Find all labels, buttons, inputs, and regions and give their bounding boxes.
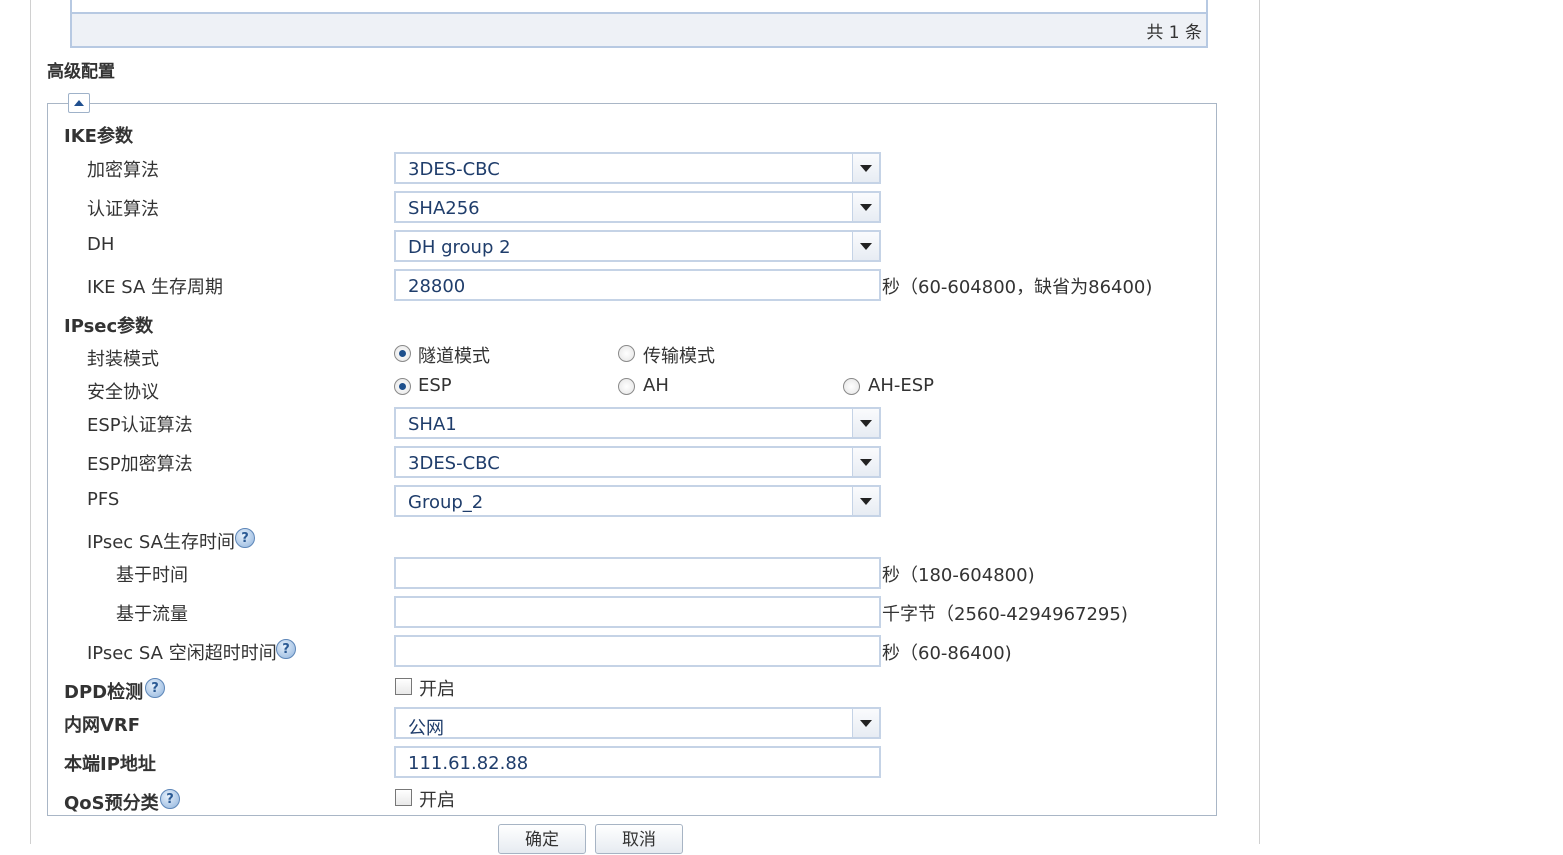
ike-sa-input[interactable]: 28800 — [394, 269, 881, 301]
ipsec-group-label: IPsec参数 — [64, 316, 154, 337]
chevron-down-icon[interactable] — [852, 709, 879, 737]
proto-ahesp-label: AH-ESP — [868, 375, 934, 396]
ike-auth-select[interactable]: SHA256 — [394, 191, 881, 223]
help-icon[interactable]: ? — [145, 678, 165, 698]
idle-unit: 秒（60-86400) — [882, 643, 1012, 664]
idle-label: IPsec SA 空闲超时时间 — [87, 643, 277, 664]
ike-sa-unit: 秒（60-604800，缺省为86400) — [882, 277, 1153, 298]
chevron-down-icon[interactable] — [852, 193, 879, 221]
dpd-checkbox-label: 开启 — [419, 679, 455, 700]
ike-enc-label: 加密算法 — [87, 160, 159, 181]
help-icon[interactable]: ? — [160, 789, 180, 809]
encap-label: 封装模式 — [87, 349, 159, 370]
total-count: 共 1 条 — [1146, 23, 1202, 43]
chevron-down-icon[interactable] — [852, 487, 879, 515]
chevron-down-icon[interactable] — [852, 448, 879, 476]
ike-sa-label: IKE SA 生存周期 — [87, 277, 224, 298]
proto-ah-label: AH — [643, 375, 669, 396]
chevron-down-icon[interactable] — [852, 232, 879, 260]
ike-group-label: IKE参数 — [64, 126, 133, 147]
traffic-label: 基于流量 — [116, 604, 188, 625]
proto-esp-label: ESP — [418, 375, 452, 396]
encap-transport-radio[interactable] — [618, 345, 635, 362]
proto-ah-radio[interactable] — [618, 378, 635, 395]
time-unit: 秒（180-604800) — [882, 565, 1035, 586]
ike-enc-value: 3DES-CBC — [408, 159, 500, 180]
ike-sa-value: 28800 — [408, 276, 466, 297]
time-input[interactable] — [394, 557, 881, 589]
local-ip-label: 本端IP地址 — [64, 754, 156, 775]
esp-auth-label: ESP认证算法 — [87, 415, 193, 436]
proto-esp-radio[interactable] — [394, 378, 411, 395]
cancel-button[interactable]: 取消 — [595, 824, 683, 854]
dpd-checkbox[interactable] — [395, 678, 412, 695]
proto-ahesp-radio[interactable] — [843, 378, 860, 395]
esp-auth-select[interactable]: SHA1 — [394, 407, 881, 439]
esp-enc-value: 3DES-CBC — [408, 453, 500, 474]
dh-select[interactable]: DH group 2 — [394, 230, 881, 262]
esp-enc-select[interactable]: 3DES-CBC — [394, 446, 881, 478]
sa-life-label: IPsec SA生存时间 — [87, 532, 235, 553]
vrf-label: 内网VRF — [64, 715, 141, 736]
left-border-line — [30, 0, 31, 844]
ike-auth-label: 认证算法 — [87, 199, 159, 220]
esp-enc-label: ESP加密算法 — [87, 454, 193, 475]
section-title: 高级配置 — [47, 62, 115, 82]
encap-transport-label: 传输模式 — [643, 346, 715, 367]
dh-label: DH — [87, 234, 115, 255]
pfs-value: Group_2 — [408, 492, 484, 513]
qos-checkbox-label: 开启 — [419, 790, 455, 811]
encap-tunnel-label: 隧道模式 — [418, 346, 490, 367]
traffic-unit: 千字节（2560-4294967295) — [882, 604, 1128, 625]
table-footer: 共 1 条 — [72, 12, 1206, 46]
traffic-input[interactable] — [394, 596, 881, 628]
vrf-select[interactable]: 公网 — [394, 707, 881, 739]
local-ip-input[interactable]: 111.61.82.88 — [394, 746, 881, 778]
help-icon[interactable]: ? — [235, 528, 255, 548]
chevron-down-icon[interactable] — [852, 154, 879, 182]
ike-enc-select[interactable]: 3DES-CBC — [394, 152, 881, 184]
vrf-value: 公网 — [408, 718, 444, 739]
qos-label: QoS预分类 — [64, 793, 159, 814]
time-label: 基于时间 — [116, 565, 188, 586]
help-icon[interactable]: ? — [276, 639, 296, 659]
pfs-select[interactable]: Group_2 — [394, 485, 881, 517]
right-border-line — [1259, 0, 1260, 844]
collapse-up-icon[interactable] — [68, 93, 90, 113]
local-ip-value: 111.61.82.88 — [408, 753, 529, 774]
results-table: 共 1 条 — [70, 0, 1208, 48]
esp-auth-value: SHA1 — [408, 414, 457, 435]
idle-input[interactable] — [394, 635, 881, 667]
dpd-label: DPD检测 — [64, 682, 144, 703]
ok-button[interactable]: 确定 — [498, 824, 586, 854]
qos-checkbox[interactable] — [395, 789, 412, 806]
proto-label: 安全协议 — [87, 382, 159, 403]
encap-tunnel-radio[interactable] — [394, 345, 411, 362]
ike-auth-value: SHA256 — [408, 198, 480, 219]
pfs-label: PFS — [87, 489, 120, 510]
chevron-down-icon[interactable] — [852, 409, 879, 437]
dh-value: DH group 2 — [408, 237, 511, 258]
